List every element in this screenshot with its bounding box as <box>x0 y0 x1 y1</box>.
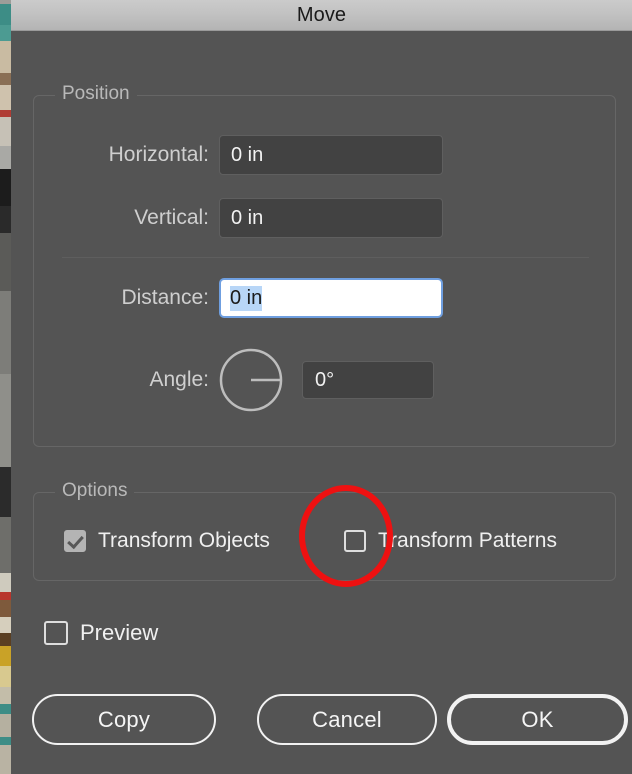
options-group-legend: Options <box>55 480 135 502</box>
background-strip-segment <box>0 686 11 705</box>
empty-checkbox-icon <box>344 530 366 552</box>
empty-checkbox-icon <box>44 621 68 645</box>
angle-field-row: Angle: 0° <box>62 348 434 412</box>
cancel-button[interactable]: Cancel <box>257 694 437 745</box>
background-strip-segment <box>0 85 11 111</box>
background-strip-segment <box>0 599 11 618</box>
background-strip-segment <box>0 116 11 146</box>
vertical-field-row: Vertical: 0 in <box>62 198 443 238</box>
distance-input-selected-text: 0 in <box>230 285 263 311</box>
distance-field-row: Distance: 0 in <box>62 278 443 318</box>
distance-input[interactable]: 0 in <box>219 278 443 318</box>
angle-dial-icon[interactable] <box>219 348 283 412</box>
horizontal-field-row: Horizontal: 0 in <box>62 135 443 175</box>
background-strip-segment <box>0 290 11 374</box>
background-strip-segment <box>0 466 11 517</box>
checkmark-icon <box>64 530 86 552</box>
background-strip-segment <box>0 40 11 74</box>
copy-button[interactable]: Copy <box>32 694 216 745</box>
background-strip-segment <box>0 704 11 714</box>
ok-button[interactable]: OK <box>447 694 628 745</box>
position-separator <box>62 257 589 258</box>
background-strip-segment <box>0 373 11 467</box>
background-strip-segment <box>0 646 11 666</box>
checkbox-transform-patterns[interactable]: Transform Patterns <box>344 529 557 553</box>
checkbox-transform-objects-label: Transform Objects <box>98 529 270 552</box>
checkbox-preview[interactable]: Preview <box>44 620 158 646</box>
position-group: Position Horizontal: 0 in Vertical: 0 in… <box>33 83 616 447</box>
background-strip-segment <box>0 110 11 117</box>
background-strip-segment <box>0 572 11 593</box>
horizontal-input[interactable]: 0 in <box>219 135 443 175</box>
background-strip-segment <box>0 516 11 573</box>
background-strip-segment <box>0 713 11 738</box>
angle-label: Angle: <box>149 368 209 391</box>
background-strip-segment <box>0 205 11 233</box>
background-strip-segment <box>0 232 11 291</box>
background-strip-segment <box>0 665 11 687</box>
background-strip-segment <box>0 737 11 745</box>
move-dialog: Move Position Horizontal: 0 in Vertical:… <box>11 0 632 774</box>
background-strip-segment <box>0 592 11 600</box>
position-group-legend: Position <box>55 83 137 105</box>
background-strip-segment <box>0 632 11 647</box>
background-app-strip <box>0 0 11 774</box>
background-strip-segment <box>0 3 11 26</box>
background-strip-segment <box>0 145 11 170</box>
background-strip-segment <box>0 73 11 85</box>
checkbox-transform-objects[interactable]: Transform Objects <box>64 529 270 553</box>
horizontal-label: Horizontal: <box>108 143 209 166</box>
background-strip-segment <box>0 617 11 633</box>
dialog-title: Move <box>296 4 347 26</box>
distance-label: Distance: <box>121 286 209 309</box>
dialog-titlebar[interactable]: Move <box>11 0 632 31</box>
angle-input[interactable]: 0° <box>302 361 434 399</box>
vertical-label: Vertical: <box>134 206 209 229</box>
background-strip-segment <box>0 25 11 41</box>
checkbox-preview-label: Preview <box>80 620 159 645</box>
background-strip-segment <box>0 744 11 774</box>
vertical-input[interactable]: 0 in <box>219 198 443 238</box>
options-group: Options Transform Objects Transform Patt… <box>33 480 616 581</box>
background-strip-segment <box>0 169 11 206</box>
checkbox-transform-patterns-label: Transform Patterns <box>378 529 557 552</box>
